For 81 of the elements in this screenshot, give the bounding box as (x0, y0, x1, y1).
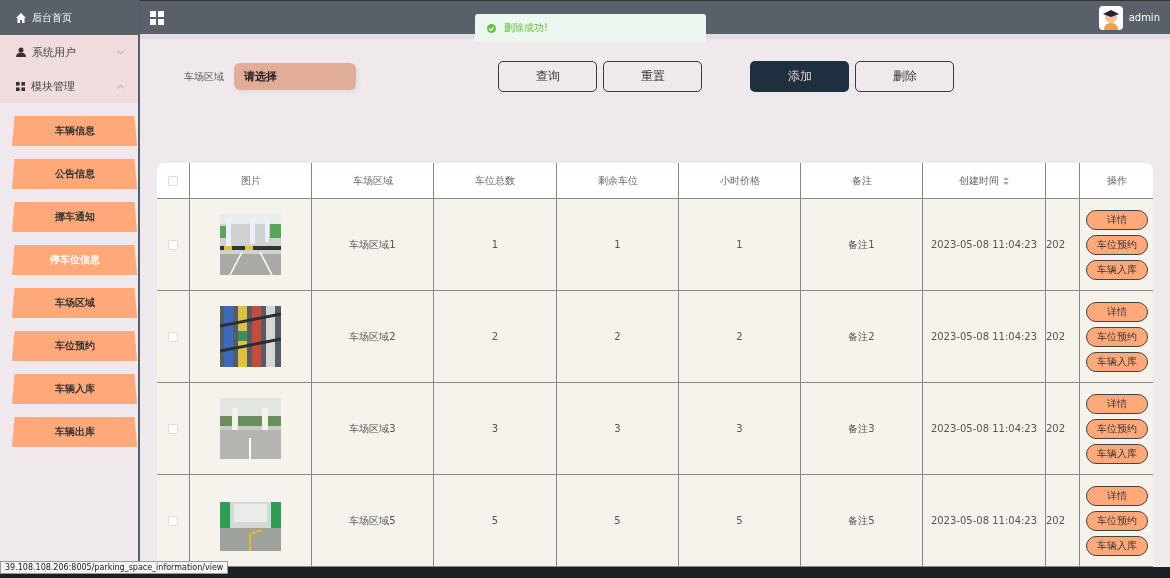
table-cell: 3 (736, 423, 743, 434)
column-header: 创建时间 (959, 173, 999, 188)
row-action-button[interactable]: 详情 (1085, 485, 1148, 506)
row-action-button[interactable]: 车位预约 (1085, 234, 1148, 255)
table-cell: 备注5 (848, 513, 875, 528)
row-checkbox[interactable] (168, 239, 178, 250)
user-name[interactable]: admin (1128, 12, 1160, 23)
column-header: 小时价格 (719, 173, 760, 188)
sidebar-item[interactable]: 车辆出库 (12, 417, 137, 447)
table-cell: 5 (491, 515, 499, 526)
grid-icon (16, 81, 25, 91)
table-cell: 202 (1046, 423, 1066, 434)
table-cell: 2023-05-08 11:04:23 (930, 515, 1038, 526)
filter-label: 车场区域 (184, 69, 224, 84)
grid-menu-icon[interactable] (150, 10, 164, 25)
table-cell: 2 (736, 331, 743, 342)
table-cell: 202 (1046, 515, 1066, 526)
toast-message: 删除成功! (504, 21, 548, 35)
column-header: 操作 (1106, 173, 1127, 188)
table-cell: 5 (736, 515, 743, 526)
table-cell: 3 (491, 423, 499, 434)
sidebar-item[interactable]: 车辆信息 (12, 116, 137, 146)
table-cell: 202 (1046, 331, 1066, 342)
sidebar-item[interactable]: 挪车通知 (12, 202, 137, 232)
column-header: 车位总数 (475, 173, 515, 188)
row-action-button[interactable]: 详情 (1085, 209, 1148, 230)
table-cell: 202 (1046, 239, 1066, 250)
row-action-button[interactable]: 车辆入库 (1085, 443, 1148, 464)
table-cell: 1 (614, 239, 621, 250)
sidebar-item[interactable]: 车场区域 (12, 288, 137, 318)
table-cell: 备注3 (848, 421, 875, 436)
table-cell: 2023-05-08 11:04:23 (930, 239, 1038, 250)
action-button[interactable]: 删除 (855, 61, 954, 92)
table-cell: 2 (491, 331, 499, 342)
table-cell: 3 (614, 423, 621, 434)
column-header: 车场区域 (352, 173, 393, 188)
chevron-icon (117, 83, 124, 89)
sidebar-group[interactable]: 模块管理 (0, 69, 138, 103)
table-cell: 2023-05-08 11:04:23 (930, 331, 1038, 342)
user-icon (16, 47, 26, 57)
column-header: 图片 (240, 173, 261, 188)
row-action-button[interactable]: 车辆入库 (1085, 259, 1148, 280)
table-cell: 车场区域3 (349, 421, 396, 436)
sort-icon[interactable] (1003, 176, 1009, 185)
table-cell: 车场区域5 (349, 513, 396, 528)
sidebar-item[interactable]: 车辆入库 (12, 374, 137, 404)
avatar-icon[interactable] (1098, 5, 1123, 30)
row-action-button[interactable]: 车位预约 (1085, 510, 1148, 531)
table-cell: 1 (491, 239, 499, 250)
sidebar-item[interactable]: 车位预约 (12, 331, 137, 361)
row-checkbox[interactable] (168, 515, 178, 526)
table-cell: 车场区域1 (349, 237, 396, 252)
sidebar-group[interactable]: 系统用户 (0, 35, 138, 69)
row-checkbox[interactable] (168, 423, 178, 434)
row-action-button[interactable]: 详情 (1085, 301, 1148, 322)
table-cell: 5 (614, 515, 621, 526)
check-icon (487, 23, 496, 33)
table-cell: 备注1 (848, 237, 875, 252)
action-button[interactable]: 查询 (498, 61, 597, 92)
table-cell: 2 (614, 331, 621, 342)
row-action-button[interactable]: 车辆入库 (1085, 351, 1148, 372)
select-all-checkbox[interactable] (168, 175, 178, 186)
table-cell: 2023-05-08 11:04:23 (930, 423, 1038, 434)
home-menu-item[interactable]: 后台首页 (0, 0, 138, 35)
chevron-icon (117, 49, 124, 55)
action-button[interactable]: 重置 (603, 61, 702, 92)
row-action-button[interactable]: 详情 (1085, 393, 1148, 414)
row-checkbox[interactable] (168, 331, 178, 342)
sidebar-item[interactable]: 公告信息 (12, 159, 137, 189)
table-cell: 1 (736, 239, 743, 250)
table-cell: 备注2 (848, 329, 875, 344)
row-action-button[interactable]: 车位预约 (1085, 326, 1148, 347)
column-header: 备注 (851, 173, 872, 188)
area-select[interactable]: 请选择 (234, 63, 356, 90)
add-button[interactable]: 添加 (750, 61, 849, 92)
home-icon (16, 12, 26, 23)
row-action-button[interactable]: 车辆入库 (1085, 535, 1148, 556)
table-cell: 车场区域2 (349, 329, 396, 344)
column-header: 剩余车位 (597, 173, 638, 188)
row-action-button[interactable]: 车位预约 (1085, 418, 1148, 439)
status-url: 39.108.108.206:8005/parking_space_information/view (0, 561, 229, 574)
